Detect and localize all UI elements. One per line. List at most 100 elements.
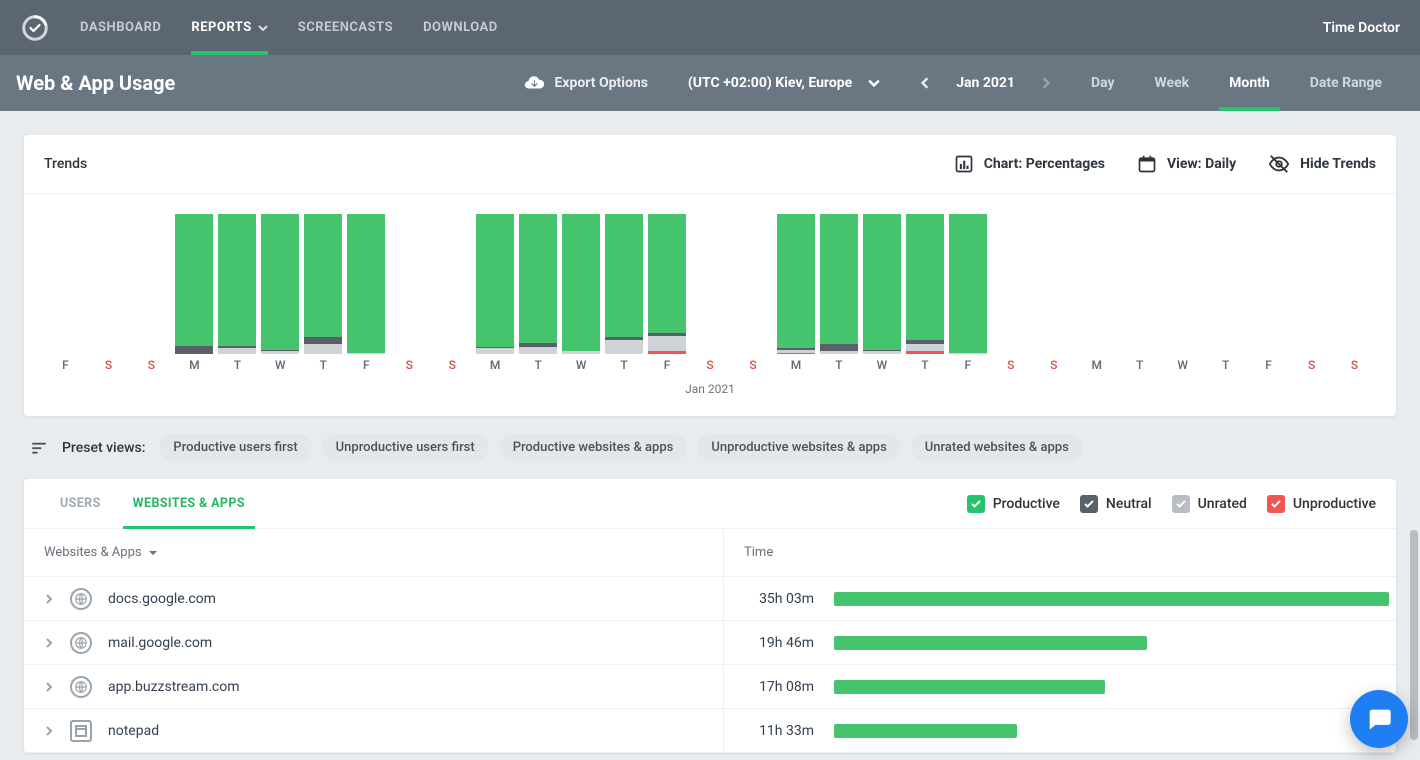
axis-label: T (517, 358, 560, 372)
chart-bar[interactable] (777, 204, 815, 354)
preset-chip[interactable]: Unrated websites & apps (911, 434, 1083, 461)
axis-label: T (903, 358, 946, 372)
date-stepper: Jan 2021 (900, 55, 1071, 111)
app-name: docs.google.com (108, 591, 216, 607)
brand-name: Time Doctor (1323, 20, 1400, 36)
chart-day-column (1118, 204, 1161, 354)
chart-bar[interactable] (519, 204, 557, 354)
chart-bar[interactable] (218, 204, 256, 354)
legend-unrated-label: Unrated (1198, 496, 1247, 512)
bar-chart-icon (954, 154, 974, 174)
chart-day-column (44, 204, 87, 354)
prev-month-button[interactable] (910, 77, 940, 89)
chart-mode-button[interactable]: Chart: Percentages (954, 154, 1105, 174)
chart-bar[interactable] (562, 204, 600, 354)
chart-bar[interactable] (175, 204, 213, 354)
chart-day-column (173, 204, 216, 354)
chart-day-column (302, 204, 345, 354)
chart-day-column (474, 204, 517, 354)
chart-day-column (646, 204, 689, 354)
view-mode-label: View: Daily (1167, 156, 1236, 172)
table-row: notepad11h 33m (24, 709, 1396, 753)
axis-label: S (1032, 358, 1075, 372)
chart-bar[interactable] (605, 204, 643, 354)
nav-screencasts[interactable]: SCREENCASTS (298, 0, 393, 55)
expand-row-button[interactable] (44, 637, 54, 649)
col-header-time[interactable]: Time (724, 529, 1396, 576)
axis-label: F (1247, 358, 1290, 372)
chart-day-column (1032, 204, 1075, 354)
data-card: USERS WEBSITES & APPS Productive Neutral… (24, 479, 1396, 753)
chart-day-column (946, 204, 989, 354)
scrollbar[interactable] (1410, 530, 1418, 740)
chart-day-column (903, 204, 946, 354)
chart-bar[interactable] (304, 204, 342, 354)
preset-chip[interactable]: Productive users first (159, 434, 311, 461)
timezone-selector[interactable]: (UTC +02:00) Kiev, Europe (668, 75, 900, 91)
period-tab-range[interactable]: Date Range (1290, 55, 1402, 111)
export-options-button[interactable]: Export Options (503, 55, 668, 111)
chart-day-column (1161, 204, 1204, 354)
axis-label: F (44, 358, 87, 372)
top-nav: DASHBOARD REPORTS SCREENCASTS DOWNLOAD T… (0, 0, 1420, 55)
app-name: mail.google.com (108, 635, 212, 651)
next-month-button[interactable] (1031, 77, 1061, 89)
nav-reports[interactable]: REPORTS (191, 0, 267, 55)
axis-label: W (1161, 358, 1204, 372)
preset-chip[interactable]: Productive websites & apps (499, 434, 688, 461)
table-row: docs.google.com35h 03m (24, 577, 1396, 621)
eye-off-icon (1268, 153, 1290, 175)
hide-trends-label: Hide Trends (1300, 156, 1376, 172)
axis-label: F (946, 358, 989, 372)
legend-unproductive-label: Unproductive (1293, 496, 1376, 512)
chart-bar[interactable] (261, 204, 299, 354)
chart-bar[interactable] (820, 204, 858, 354)
chart-mode-label: Chart: Percentages (984, 156, 1105, 172)
hide-trends-button[interactable]: Hide Trends (1268, 153, 1376, 175)
expand-row-button[interactable] (44, 681, 54, 693)
chart-bar[interactable] (949, 204, 987, 354)
chart-day-column (860, 204, 903, 354)
chart-day-column (689, 204, 732, 354)
chart-bar[interactable] (648, 204, 686, 354)
table-row: app.buzzstream.com17h 08m (24, 665, 1396, 709)
chart-day-column (1204, 204, 1247, 354)
tab-users[interactable]: USERS (44, 479, 117, 528)
content-area: Trends Chart: Percentages View: Daily (0, 111, 1420, 760)
chat-fab[interactable] (1350, 690, 1408, 748)
legend-neutral[interactable]: Neutral (1080, 495, 1152, 513)
chart-day-column (989, 204, 1032, 354)
axis-label: S (1290, 358, 1333, 372)
expand-row-button[interactable] (44, 725, 54, 737)
axis-label: F (646, 358, 689, 372)
preset-chip[interactable]: Unproductive websites & apps (697, 434, 900, 461)
legend-unproductive[interactable]: Unproductive (1267, 495, 1376, 513)
legend-unrated[interactable]: Unrated (1172, 495, 1247, 513)
legend-productive[interactable]: Productive (967, 495, 1060, 513)
period-tab-month[interactable]: Month (1209, 55, 1290, 111)
chart-day-column (216, 204, 259, 354)
chart-day-column (1247, 204, 1290, 354)
chart-bar[interactable] (906, 204, 944, 354)
axis-label: W (860, 358, 903, 372)
preset-views-label: Preset views: (62, 440, 145, 456)
time-bar (834, 724, 1017, 738)
expand-row-button[interactable] (44, 593, 54, 605)
chart-bar[interactable] (476, 204, 514, 354)
trends-card: Trends Chart: Percentages View: Daily (24, 135, 1396, 416)
chart-day-column (1075, 204, 1118, 354)
chart-bar[interactable] (863, 204, 901, 354)
axis-label: T (302, 358, 345, 372)
col-header-name[interactable]: Websites & Apps (24, 529, 724, 576)
nav-download[interactable]: DOWNLOAD (423, 0, 498, 55)
period-tab-week[interactable]: Week (1135, 55, 1210, 111)
preset-chip[interactable]: Unproductive users first (322, 434, 489, 461)
period-tab-day[interactable]: Day (1071, 55, 1135, 111)
chart-bar[interactable] (347, 204, 385, 354)
tab-websites-apps[interactable]: WEBSITES & APPS (117, 479, 261, 528)
trends-title: Trends (44, 156, 87, 172)
nav-dashboard[interactable]: DASHBOARD (80, 0, 161, 55)
period-tabs: Day Week Month Date Range (1071, 55, 1402, 111)
view-mode-button[interactable]: View: Daily (1137, 154, 1236, 174)
chart-day-column (732, 204, 775, 354)
